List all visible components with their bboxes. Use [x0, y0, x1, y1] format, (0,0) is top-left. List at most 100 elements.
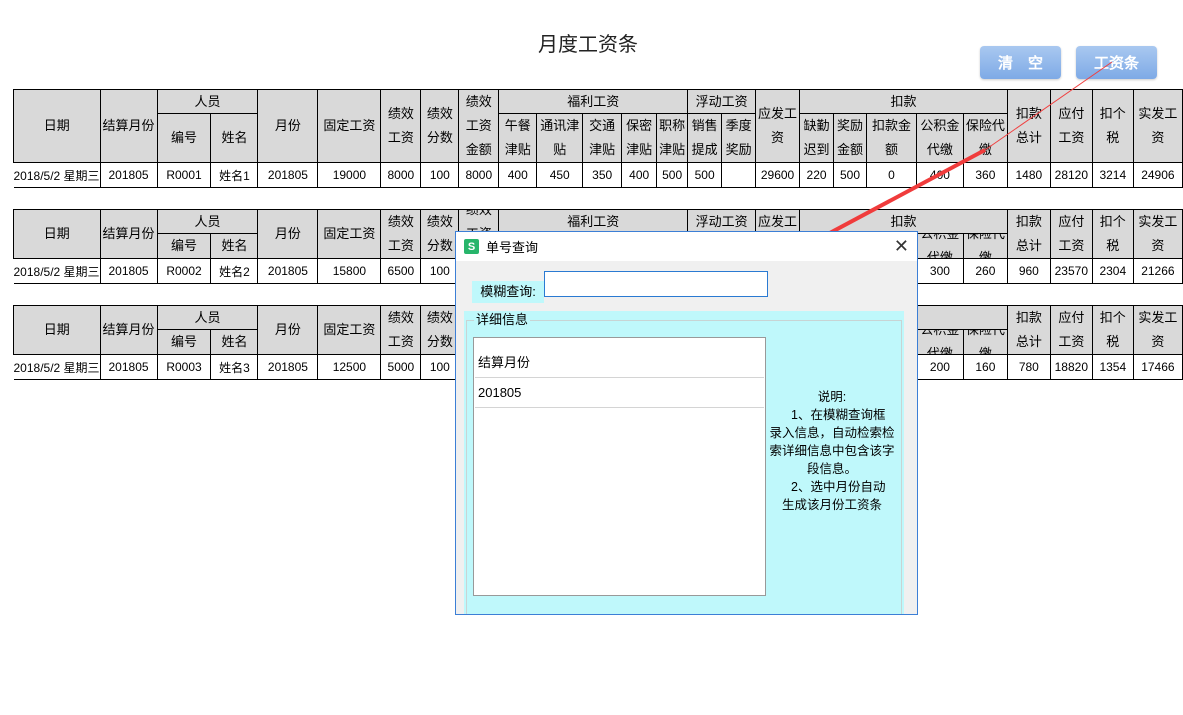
- header-cell: 姓名: [210, 233, 259, 259]
- header-cell: 编号: [156, 329, 212, 355]
- header-cell: 扣款总计: [1006, 89, 1051, 163]
- header-cell: 日期: [13, 305, 101, 355]
- data-cell: 2304: [1091, 258, 1134, 284]
- data-cell: 24906: [1132, 162, 1183, 188]
- header-cell: 月份: [257, 305, 319, 355]
- header-label: 日期: [43, 322, 70, 337]
- header-cell: 日期: [13, 89, 101, 163]
- header-cell: 公积金代缴: [915, 233, 964, 259]
- header-label: 扣款金额: [871, 118, 911, 157]
- data-cell: 201805: [99, 258, 158, 284]
- data-cell: 0: [866, 162, 917, 188]
- header-cell: 应付工资: [1049, 89, 1093, 163]
- header-label: 应付工资: [1058, 106, 1085, 145]
- fuzzy-query-input[interactable]: [544, 271, 768, 297]
- header-cell: 结算月份: [99, 209, 158, 259]
- header-label: 职称津贴: [659, 118, 686, 157]
- header-label: 保险代缴: [966, 235, 1005, 258]
- data-cell: 260: [962, 258, 1008, 284]
- header-label: 实发工资: [1138, 106, 1178, 145]
- header-label: 固定工资: [323, 226, 376, 241]
- header-label: 固定工资: [323, 118, 376, 133]
- data-cell: R0001: [156, 162, 212, 188]
- header-label: 扣个税: [1099, 106, 1126, 145]
- data-cell: 500: [656, 162, 689, 188]
- header-label: 浮动工资: [695, 93, 748, 109]
- instruction-line: 2、选中月份自动: [778, 480, 886, 494]
- data-cell: 200: [915, 354, 964, 380]
- header-cell: 固定工资: [317, 305, 382, 355]
- data-cell: 21266: [1132, 258, 1183, 284]
- header-label: 公积金代缴: [920, 331, 959, 354]
- header-cell: 人员: [156, 209, 259, 234]
- instruction-line: 段信息。: [806, 462, 857, 476]
- header-label: 月份: [274, 118, 301, 133]
- header-label: 浮动工资: [695, 213, 748, 229]
- data-cell: 201805: [99, 354, 158, 380]
- header-cell: 扣个税: [1091, 305, 1134, 355]
- list-item[interactable]: 结算月份: [475, 348, 764, 378]
- header-cell: 季度奖励: [721, 113, 757, 163]
- header-cell: 扣款金额: [866, 113, 917, 163]
- data-cell: 360: [962, 162, 1008, 188]
- header-label: 绩效工资金额: [465, 94, 492, 157]
- header-label: 日期: [43, 118, 70, 133]
- data-cell: 201805: [99, 162, 158, 188]
- data-cell: 3214: [1091, 162, 1134, 188]
- close-icon[interactable]: ✕: [894, 236, 909, 257]
- header-label: 人员: [194, 213, 221, 229]
- header-cell: 月份: [257, 209, 319, 259]
- header-cell: 保密津贴: [621, 113, 658, 163]
- data-cell: 201805: [257, 162, 319, 188]
- header-cell: 扣个税: [1091, 209, 1134, 259]
- data-cell: 8000: [380, 162, 422, 188]
- header-label: 实发工资: [1138, 310, 1178, 349]
- data-cell: 19000: [317, 162, 382, 188]
- data-cell: 姓名2: [210, 258, 259, 284]
- header-cell: 绩效分数: [420, 209, 460, 259]
- instruction-line: 1、在模糊查询框: [778, 408, 886, 422]
- data-cell: R0002: [156, 258, 212, 284]
- dialog-titlebar[interactable]: S 单号查询 ✕: [456, 232, 917, 261]
- data-cell: 160: [962, 354, 1008, 380]
- data-cell: 17466: [1132, 354, 1183, 380]
- table-row: 2018/5/2 星期三 201805 R0001 姓名1 201805 19000 800…: [13, 162, 1183, 188]
- header-cell: 销售提成: [687, 113, 723, 163]
- header-cell: 扣款: [799, 89, 1008, 114]
- instruction-line: 录入信息，自动检索检: [769, 426, 895, 440]
- header-cell: 结算月份: [99, 305, 158, 355]
- header-label: 销售提成: [691, 118, 718, 157]
- header-label: 福利工资: [567, 93, 620, 109]
- header-cell: 绩效工资: [380, 305, 422, 355]
- header-cell: 应付工资: [1049, 209, 1093, 259]
- header-cell: 保险代缴: [962, 233, 1008, 259]
- data-cell: 6500: [380, 258, 422, 284]
- header-label: 固定工资: [323, 322, 376, 337]
- detail-list[interactable]: 结算月份 201805: [473, 337, 766, 596]
- header-cell: 绩效分数: [420, 305, 460, 355]
- data-cell: 400: [915, 162, 964, 188]
- header-cell: 保险代缴: [962, 329, 1008, 355]
- list-item[interactable]: 201805: [475, 378, 764, 408]
- data-cell: 201805: [257, 258, 319, 284]
- header-label: 应付工资: [1058, 214, 1085, 253]
- data-cell: 1480: [1006, 162, 1051, 188]
- header-cell: 福利工资: [498, 209, 689, 234]
- instruction-line: 生成该月份工资条: [781, 498, 882, 512]
- header-label: 人员: [194, 309, 221, 325]
- header-cell: 保险代缴: [962, 113, 1008, 163]
- payslip-button[interactable]: 工资条: [1076, 46, 1157, 79]
- data-cell: 500: [833, 162, 867, 188]
- header-cell: 姓名: [210, 329, 259, 355]
- header-cell: 实发工资: [1132, 89, 1183, 163]
- header-label: 绩效工资: [387, 214, 414, 253]
- header-cell: 编号: [156, 113, 212, 163]
- detail-group-label: 详细信息: [474, 311, 531, 328]
- header-label: 人员: [194, 93, 221, 109]
- header-label: 保险代缴: [965, 118, 1005, 157]
- header-label: 应发工资: [758, 106, 798, 145]
- header-cell: 浮动工资: [687, 89, 757, 114]
- data-cell: 2018/5/2 星期三: [13, 258, 101, 284]
- header-label: 编号: [170, 238, 197, 253]
- clear-button[interactable]: 清 空: [980, 46, 1061, 79]
